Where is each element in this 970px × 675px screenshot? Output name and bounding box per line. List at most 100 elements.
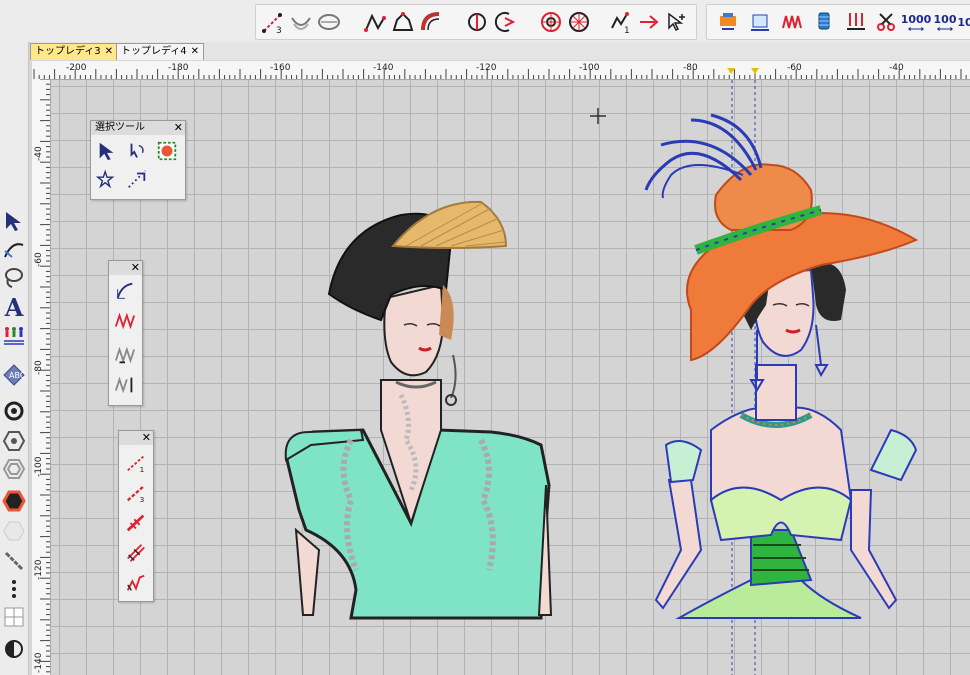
reshape-curve-icon[interactable] — [113, 279, 137, 303]
circle-half-icon[interactable] — [1, 636, 27, 662]
measure-tool-icon[interactable] — [1, 548, 27, 574]
needle-settings-icon[interactable] — [843, 9, 869, 35]
svg-text:1: 1 — [140, 465, 145, 474]
select-arrow-icon[interactable] — [95, 139, 119, 163]
edit-tools-palette: ✕ — [108, 260, 143, 406]
select-tools-palette-titlebar[interactable]: 選択ツール ✕ — [91, 121, 185, 135]
running-stitch-1-icon[interactable]: 1 — [124, 451, 148, 475]
blank-hexagon-icon[interactable] — [1, 518, 27, 544]
running-stitch-3-icon[interactable]: 3 — [124, 481, 148, 505]
stitch-count-1000-button[interactable]: 1000 — [899, 9, 933, 35]
svg-text:3: 3 — [140, 495, 145, 504]
ruler-label: -100 — [34, 456, 44, 477]
close-icon[interactable]: ✕ — [191, 46, 199, 57]
rotate-select-icon[interactable] — [125, 139, 149, 163]
stitch-toolbar-group: 3 1 — [255, 4, 697, 40]
left-lady-embroidery[interactable] — [284, 200, 553, 620]
stitch-count-1000-label: 1000 — [900, 12, 932, 26]
stitch-count-100-button[interactable]: 100 — [931, 9, 959, 35]
left-tool-column: A ABC — [0, 42, 29, 675]
satin-line-icon[interactable] — [124, 541, 148, 565]
dotted-select-icon[interactable] — [125, 167, 149, 191]
close-icon[interactable]: ✕ — [174, 121, 183, 135]
select-tools-palette: 選択ツール ✕ — [90, 120, 186, 200]
motif-line-tool-icon[interactable]: 1 — [608, 9, 634, 35]
applique-hexagon-icon[interactable] — [1, 488, 27, 514]
svg-text:3: 3 — [276, 26, 282, 34]
tab-toplady3[interactable]: トップレディ3 ✕ — [30, 43, 119, 60]
ruler-label: -180 — [168, 63, 189, 73]
tab-toplady4[interactable]: トップレディ4 ✕ — [116, 43, 205, 60]
close-icon[interactable]: ✕ — [131, 261, 140, 275]
bean-stitch-icon[interactable] — [124, 511, 148, 535]
trim-scissors-icon[interactable] — [873, 9, 899, 35]
vertical-ruler-ticks — [40, 79, 50, 673]
ruler-label: -200 — [66, 63, 87, 73]
color-select-icon[interactable] — [155, 139, 179, 163]
text-tool-glyph: A — [4, 292, 24, 322]
close-icon[interactable]: ✕ — [142, 431, 151, 445]
running-stitch-tool-icon[interactable]: 3 — [260, 9, 286, 35]
ruler-label: -140 — [373, 63, 394, 73]
crosshair-cursor-icon — [590, 108, 606, 124]
select-tools-palette-title: 選択ツール — [95, 122, 145, 133]
magic-wand-select-icon[interactable] — [95, 167, 119, 191]
satin-arc-tool-icon[interactable] — [418, 9, 444, 35]
ruler-label: -160 — [270, 63, 291, 73]
arc-tool-icon[interactable] — [288, 9, 314, 35]
zigzag-line-icon[interactable] — [124, 571, 148, 595]
guide-marker-icon — [727, 68, 735, 74]
crescent-tool-icon[interactable] — [492, 9, 518, 35]
ruler-label: -60 — [34, 252, 44, 267]
ruler-label: -120 — [476, 63, 497, 73]
zigzag-density-icon[interactable] — [779, 9, 805, 35]
segment-cut-tool-icon[interactable] — [464, 9, 490, 35]
monogram-diamond-icon[interactable]: ABC — [1, 362, 27, 388]
main-toolbar: 3 1 1000 100 10 — [0, 0, 970, 43]
select-add-tool-icon[interactable] — [664, 9, 690, 35]
line-tools-palette-titlebar[interactable]: ✕ — [119, 431, 153, 445]
grid-pattern-icon[interactable] — [1, 604, 27, 630]
ruler-label: -100 — [579, 63, 600, 73]
hexagon-object-icon[interactable] — [1, 428, 27, 454]
ruler-label: -40 — [889, 63, 904, 73]
ruler-label: -140 — [34, 652, 44, 673]
tab-toplady3-label: トップレディ3 — [35, 46, 101, 57]
stitch-edit-zigzag-icon[interactable] — [113, 309, 137, 333]
reshape-tool-icon[interactable] — [1, 236, 27, 262]
polygon-tool-icon[interactable] — [390, 9, 416, 35]
stitch-count-100-label: 100 — [933, 12, 957, 26]
svg-text:1: 1 — [624, 26, 630, 34]
close-icon[interactable]: ✕ — [105, 46, 113, 57]
ruler-label: -120 — [34, 559, 44, 580]
text-tool-icon[interactable]: A — [1, 292, 27, 322]
lasso-tool-icon[interactable] — [1, 264, 27, 290]
tab-toplady4-label: トップレディ4 — [121, 46, 187, 57]
line-tools-palette: ✕ 1 3 — [118, 430, 154, 602]
right-lady-embroidery[interactable] — [644, 113, 919, 619]
machine-icon[interactable] — [715, 9, 741, 35]
point-dots-icon[interactable] — [1, 576, 27, 602]
select-arrow-icon[interactable] — [1, 208, 27, 234]
offset-outline-icon[interactable] — [1, 456, 27, 482]
design-canvas[interactable]: 選択ツール ✕ ✕ ✕ 1 3 — [51, 80, 970, 675]
ruler-label: -40 — [34, 146, 44, 161]
stitch-count-10-label: 10 — [957, 15, 970, 29]
arrow-line-tool-icon[interactable] — [636, 9, 662, 35]
star-fill-tool-icon[interactable] — [566, 9, 592, 35]
guide-marker-icon — [751, 68, 759, 74]
stitch-split-icon[interactable] — [113, 373, 137, 397]
people-figures-icon[interactable] — [1, 322, 27, 348]
hoop-settings-icon[interactable] — [747, 9, 773, 35]
svg-text:ABC: ABC — [9, 371, 26, 380]
stitch-count-10-button[interactable]: 10 — [957, 9, 970, 35]
document-tab-bar: トップレディ3 ✕ トップレディ4 ✕ — [30, 42, 970, 60]
circle-fill-tool-icon[interactable] — [316, 9, 342, 35]
stitch-insert-icon[interactable] — [113, 343, 137, 367]
radial-fill-tool-icon[interactable] — [538, 9, 564, 35]
circle-object-icon[interactable] — [1, 398, 27, 424]
edit-tools-palette-titlebar[interactable]: ✕ — [109, 261, 142, 275]
ruler-label: -80 — [34, 360, 44, 375]
zigzag-path-tool-icon[interactable] — [362, 9, 388, 35]
thread-spool-icon[interactable] — [811, 9, 837, 35]
